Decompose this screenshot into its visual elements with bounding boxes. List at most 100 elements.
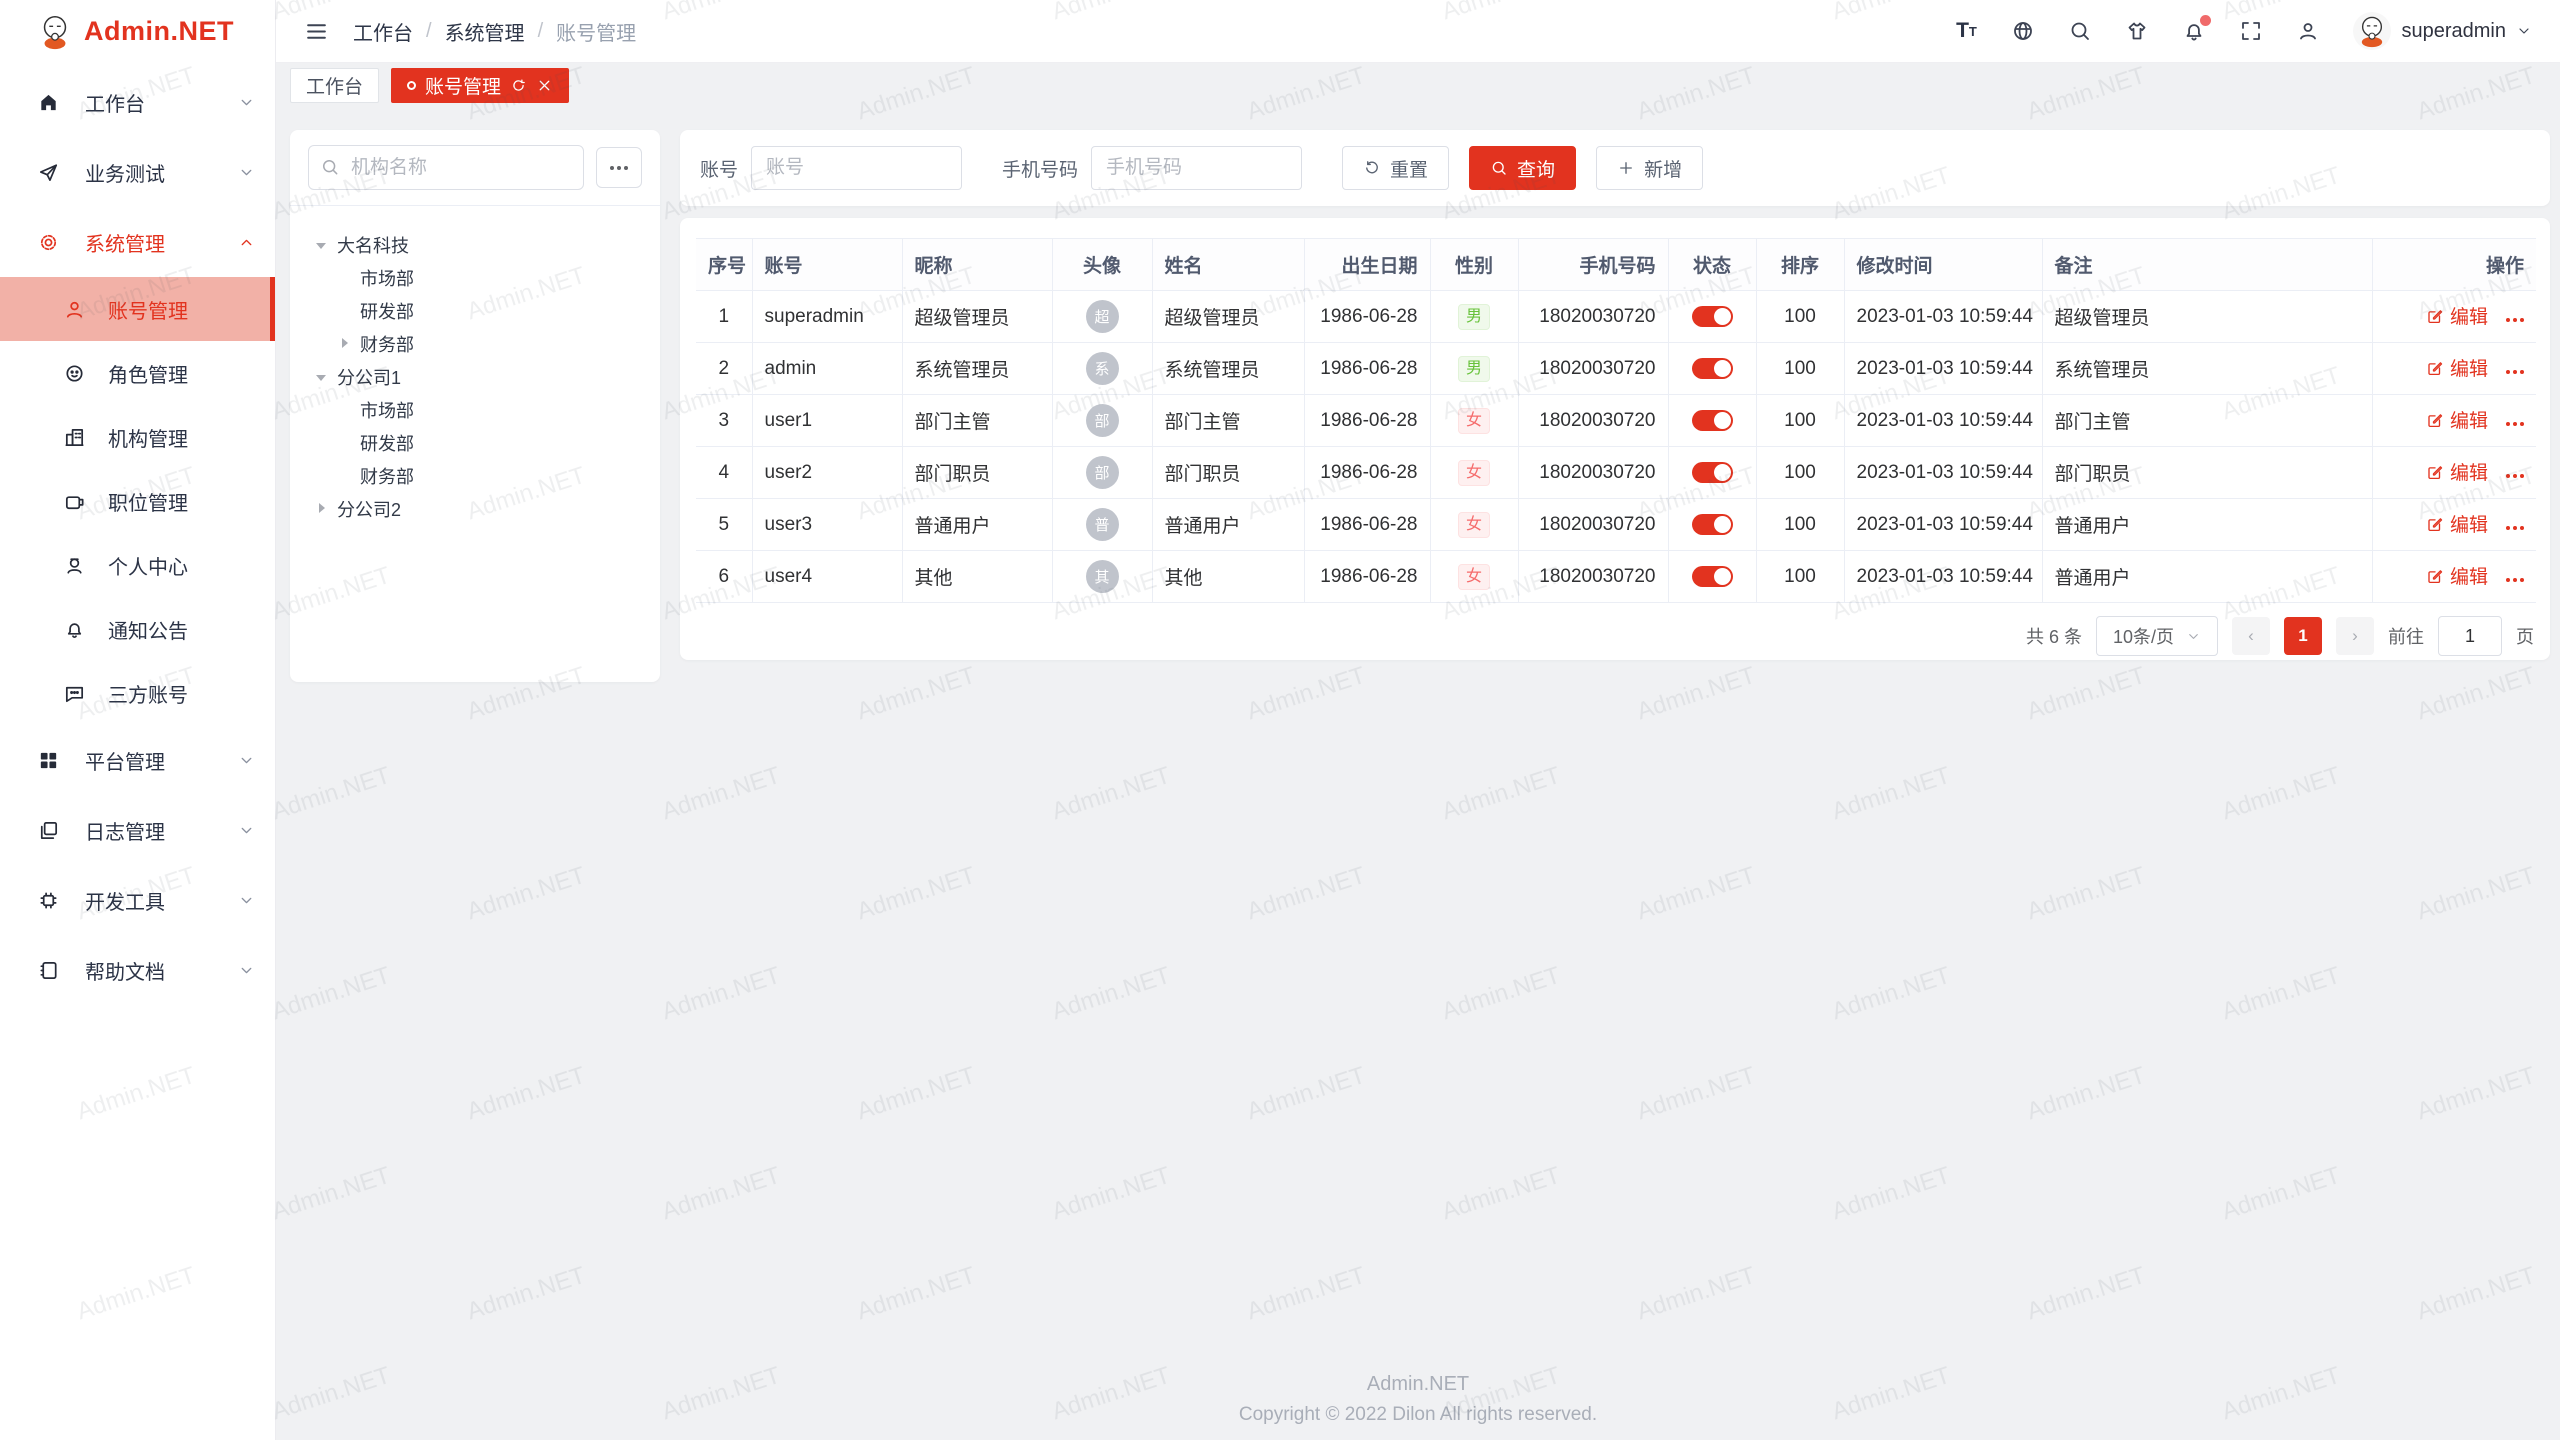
filter-panel: 账号 手机号码 重置 查询 新增 [680,130,2550,206]
close-icon[interactable] [536,77,553,94]
search-icon[interactable] [2068,19,2092,43]
org-search-input[interactable] [308,145,584,190]
gender-badge: 男 [1458,304,1490,330]
reset-button[interactable]: 重置 [1342,146,1449,190]
row-more-button[interactable] [2506,318,2524,322]
page-size-select[interactable]: 10条/页 [2096,616,2218,656]
row-more-button[interactable] [2506,474,2524,478]
tree-node-label: 市场部 [360,397,414,423]
page-number-current[interactable]: 1 [2284,617,2322,655]
account-input[interactable] [751,146,962,190]
chevron-down-icon [238,822,255,839]
chevron-down-icon [2516,23,2532,39]
tree-arrow-icon[interactable] [339,338,351,350]
tree-node[interactable]: 分公司1 [308,360,642,393]
tree-node[interactable]: 财务部 [308,459,642,492]
next-page-button[interactable]: › [2336,617,2374,655]
prev-page-button[interactable]: ‹ [2232,617,2270,655]
add-button[interactable]: 新增 [1596,146,1703,190]
row-more-button[interactable] [2506,422,2524,426]
page-size-value: 10条/页 [2113,623,2174,649]
breadcrumb-item[interactable]: 系统管理 [445,17,525,46]
tree-node[interactable]: 市场部 [308,393,642,426]
tab-account-manage-active[interactable]: 账号管理 [391,68,569,103]
sidebar-item-notice[interactable]: 通知公告 [0,597,275,661]
status-toggle[interactable] [1692,358,1733,379]
edit-button[interactable]: 编辑 [2426,510,2488,537]
row-more-button[interactable] [2506,526,2524,530]
fullscreen-icon[interactable] [2239,19,2263,43]
tree-node[interactable]: 分公司2 [308,492,642,525]
refresh-icon[interactable] [510,77,527,94]
sidebar-item-role-manage[interactable]: 角色管理 [0,341,275,405]
app-root: Admin.NET 工作台 业务测试 系统管理 账号管理 [0,0,2560,1440]
status-toggle[interactable] [1692,410,1733,431]
sidebar-item-label: 工作台 [85,88,145,117]
logo: Admin.NET [0,0,275,63]
sidebar-item-thirdparty-account[interactable]: 三方账号 [0,661,275,725]
sidebar-item-help-docs[interactable]: 帮助文档 [0,935,275,1005]
tree-arrow-icon[interactable] [316,239,328,251]
edit-button[interactable]: 编辑 [2426,458,2488,485]
edit-icon [2426,515,2444,533]
phone-cell: 18020030720 [1518,499,1668,551]
theme-shirt-icon[interactable] [2125,19,2149,43]
role-icon [63,362,86,385]
font-size-icon[interactable]: TT [1954,19,1978,43]
row-index-cell: 5 [696,499,752,551]
avatar: 部 [1086,404,1119,437]
sidebar-item-system-manage[interactable]: 系统管理 [0,207,275,277]
tree-node[interactable]: 市场部 [308,261,642,294]
username: superadmin [2401,20,2506,43]
query-button[interactable]: 查询 [1469,146,1576,190]
tree-node[interactable]: 研发部 [308,426,642,459]
phone-cell: 18020030720 [1518,447,1668,499]
nickname-cell: 部门职员 [902,447,1052,499]
status-cell [1668,499,1756,551]
breadcrumb: 工作台 / 系统管理 / 账号管理 [353,17,636,46]
language-icon[interactable] [2011,19,2035,43]
breadcrumb-item[interactable]: 工作台 [353,17,413,46]
row-more-button[interactable] [2506,370,2524,374]
tab-workbench[interactable]: 工作台 [290,68,379,103]
user-outline-icon[interactable] [2296,19,2320,43]
goto-page-input[interactable] [2438,616,2502,656]
status-toggle[interactable] [1692,514,1733,535]
sidebar-item-account-manage[interactable]: 账号管理 [0,277,275,341]
status-toggle[interactable] [1692,306,1733,327]
gear-icon [37,231,60,254]
edit-label: 编辑 [2450,458,2488,485]
tab-label: 工作台 [306,72,363,99]
edit-button[interactable]: 编辑 [2426,354,2488,381]
edit-button[interactable]: 编辑 [2426,562,2488,589]
collapse-menu-icon[interactable] [304,19,329,44]
edit-button[interactable]: 编辑 [2426,302,2488,329]
sidebar-item-log-manage[interactable]: 日志管理 [0,795,275,865]
tree-node[interactable]: 财务部 [308,327,642,360]
tree-node[interactable]: 大名科技 [308,228,642,261]
sidebar-item-platform-manage[interactable]: 平台管理 [0,725,275,795]
row-more-button[interactable] [2506,578,2524,582]
phone-cell: 18020030720 [1518,551,1668,603]
query-label: 查询 [1517,155,1555,182]
edit-icon [2426,359,2444,377]
sidebar-item-workbench[interactable]: 工作台 [0,67,275,137]
status-toggle[interactable] [1692,462,1733,483]
sidebar-item-position-manage[interactable]: 职位管理 [0,469,275,533]
tree-arrow-icon[interactable] [316,371,328,383]
actions-cell: 编辑 [2372,343,2536,395]
user-menu[interactable]: superadmin [2353,12,2532,50]
sidebar-item-org-manage[interactable]: 机构管理 [0,405,275,469]
phone-input[interactable] [1091,146,1302,190]
sidebar-item-dev-tools[interactable]: 开发工具 [0,865,275,935]
birthdate-cell: 1986-06-28 [1304,499,1430,551]
notification-bell-icon[interactable] [2182,19,2206,43]
avatar-cell-wrap: 系 [1052,343,1152,395]
sidebar-item-personal-center[interactable]: 个人中心 [0,533,275,597]
sidebar-item-business-test[interactable]: 业务测试 [0,137,275,207]
tree-node[interactable]: 研发部 [308,294,642,327]
status-toggle[interactable] [1692,566,1733,587]
edit-button[interactable]: 编辑 [2426,406,2488,433]
tree-arrow-icon[interactable] [316,503,328,515]
tree-more-button[interactable] [596,147,642,188]
